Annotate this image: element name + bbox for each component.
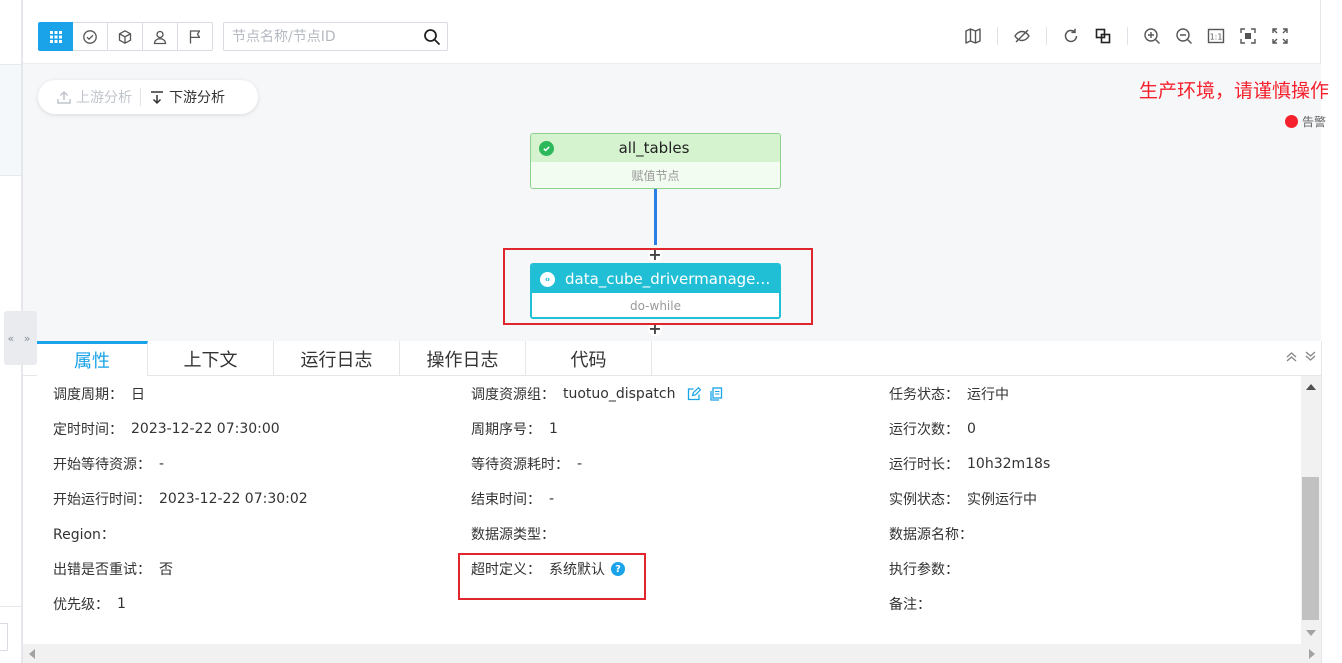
prop-exec-params: 执行参数： bbox=[889, 562, 959, 578]
scroll-down-arrow-icon[interactable] bbox=[1306, 630, 1316, 636]
tab-code[interactable]: 代码 bbox=[526, 341, 652, 376]
svg-text:1:1: 1:1 bbox=[1210, 33, 1223, 42]
prop-wait-start: 开始等待资源： - bbox=[53, 456, 165, 473]
prop-end-time: 结束时间： - bbox=[471, 491, 555, 508]
dag-canvas[interactable]: 上游分析 下游分析 生产环境，请谨慎操作 告警 all_tables 赋值节点 … bbox=[23, 64, 1329, 341]
scroll-left-arrow-icon[interactable] bbox=[29, 649, 35, 659]
prop-resource-group: 调度资源组： tuotuo_dispatch bbox=[471, 384, 723, 404]
prop-task-status: 任务状态： 运行中 bbox=[889, 387, 1009, 403]
layers-icon bbox=[1095, 28, 1111, 44]
cube-filter-button[interactable] bbox=[108, 22, 143, 51]
detail-tabs: 属性 上下文 运行日志 操作日志 代码 bbox=[23, 341, 1342, 376]
search-icon[interactable] bbox=[423, 28, 441, 46]
alarm-legend: 告警 bbox=[1284, 113, 1326, 130]
right-gutter bbox=[1321, 341, 1342, 663]
flag-icon bbox=[189, 29, 201, 43]
prop-run-start: 开始运行时间： 2023-12-22 07:30:02 bbox=[53, 491, 308, 508]
actual-size-icon: 1:1 bbox=[1207, 28, 1225, 44]
properties-panel: 调度周期：日 调度资源组： tuotuo_dispatch 任务状态： 运行中 定时… bbox=[23, 376, 1303, 644]
download-icon bbox=[151, 91, 163, 105]
highlight-box bbox=[503, 248, 813, 325]
prop-scheduled-time: 定时时间： 2023-12-22 07:30:00 bbox=[53, 421, 280, 438]
highlight-box bbox=[458, 553, 646, 600]
prop-instance-status: 实例状态： 实例运行中 bbox=[889, 492, 1037, 508]
tab-run-log[interactable]: 运行日志 bbox=[274, 341, 400, 376]
node-search-input[interactable] bbox=[224, 23, 414, 50]
chevron-double-up-icon[interactable] bbox=[1285, 350, 1298, 363]
horizontal-scrollbar[interactable] bbox=[23, 644, 1321, 663]
downstream-analysis-button[interactable]: 下游分析 bbox=[149, 87, 225, 107]
edit-icon[interactable] bbox=[687, 387, 702, 401]
alarm-dot-icon bbox=[1284, 115, 1298, 128]
fit-view-button[interactable] bbox=[1236, 24, 1260, 48]
scroll-up-arrow-icon[interactable] bbox=[1306, 384, 1316, 390]
toolbar: 1:1 bbox=[23, 0, 1321, 64]
chevron-double-down-icon[interactable] bbox=[1304, 350, 1317, 363]
refresh-icon bbox=[1064, 28, 1078, 43]
user-icon bbox=[153, 30, 167, 44]
grid-view-button[interactable] bbox=[38, 22, 73, 51]
panel-resize-controls bbox=[1285, 350, 1317, 363]
tab-properties[interactable]: 属性 bbox=[37, 341, 148, 376]
upstream-analysis-button[interactable]: 上游分析 bbox=[56, 87, 132, 107]
toggle-visibility-button[interactable] bbox=[1010, 24, 1034, 48]
map-icon bbox=[965, 28, 981, 44]
grid-icon bbox=[49, 30, 62, 43]
properties-vertical-scrollbar[interactable] bbox=[1301, 376, 1321, 644]
left-panel-segment bbox=[0, 606, 21, 663]
dag-panel: 1:1 上游分析 下游分析 生产环境，请谨慎操作 bbox=[22, 0, 1342, 663]
node-search-box bbox=[223, 22, 448, 51]
prop-run-duration: 运行时长： 10h32m18s bbox=[889, 456, 1051, 473]
actual-size-button[interactable]: 1:1 bbox=[1204, 24, 1228, 48]
view-mode-group bbox=[38, 22, 213, 51]
success-check-icon bbox=[539, 140, 554, 156]
zoom-out-button[interactable] bbox=[1172, 24, 1196, 48]
zoom-in-button[interactable] bbox=[1140, 24, 1164, 48]
prop-schedule-cycle: 调度周期：日 bbox=[53, 387, 145, 403]
dag-node-all-tables[interactable]: all_tables 赋值节点 bbox=[530, 133, 781, 189]
flag-filter-button[interactable] bbox=[178, 22, 213, 51]
prop-priority: 优先级： 1 bbox=[53, 596, 126, 613]
node-name: all_tables bbox=[618, 139, 690, 157]
analysis-toggle: 上游分析 下游分析 bbox=[38, 80, 258, 114]
expand-panel-handle[interactable]: « » bbox=[4, 311, 37, 365]
node-type: 赋值节点 bbox=[531, 162, 780, 188]
prop-cycle-number: 周期序号： 1 bbox=[471, 421, 558, 438]
right-gutter bbox=[1320, 0, 1342, 340]
fullscreen-icon bbox=[1272, 28, 1288, 44]
environment-warning: 生产环境，请谨慎操作 bbox=[1138, 80, 1329, 102]
fullscreen-button[interactable] bbox=[1268, 24, 1292, 48]
prop-datasource-name: 数据源名称： bbox=[889, 527, 973, 543]
scroll-thumb[interactable] bbox=[1302, 477, 1319, 620]
cube-icon bbox=[118, 29, 132, 44]
scroll-right-arrow-icon[interactable] bbox=[1309, 649, 1315, 659]
zoom-in-icon bbox=[1144, 28, 1160, 44]
fit-view-icon bbox=[1240, 28, 1256, 44]
check-circle-icon bbox=[83, 29, 97, 44]
copy-icon[interactable] bbox=[709, 387, 723, 401]
user-filter-button[interactable] bbox=[143, 22, 178, 51]
check-filter-button[interactable] bbox=[73, 22, 108, 51]
prop-region: Region： bbox=[53, 527, 115, 543]
minimap-button[interactable] bbox=[961, 24, 985, 48]
prop-remarks: 备注： bbox=[889, 597, 931, 613]
eye-off-icon bbox=[1014, 29, 1030, 43]
prop-run-count: 运行次数： 0 bbox=[889, 421, 976, 438]
left-panel-segment bbox=[0, 64, 21, 176]
tab-operation-log[interactable]: 操作日志 bbox=[400, 341, 526, 376]
zoom-out-icon bbox=[1176, 28, 1192, 44]
upload-icon bbox=[57, 90, 71, 104]
prop-retry-on-error: 出错是否重试：否 bbox=[53, 562, 173, 578]
canvas-tools: 1:1 bbox=[961, 24, 1292, 48]
prop-wait-duration: 等待资源耗时： - bbox=[471, 456, 583, 473]
dag-edge bbox=[654, 189, 657, 245]
tab-context[interactable]: 上下文 bbox=[148, 341, 274, 376]
refresh-button[interactable] bbox=[1059, 24, 1083, 48]
layout-button[interactable] bbox=[1091, 24, 1115, 48]
prop-datasource-type: 数据源类型： bbox=[471, 527, 555, 543]
